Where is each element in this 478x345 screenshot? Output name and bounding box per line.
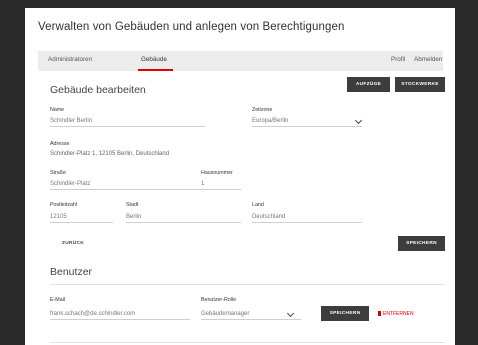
role-label: Benutzer-Rolle <box>201 297 237 303</box>
house-number-field[interactable]: 1 <box>201 180 241 190</box>
street-field[interactable]: Schindler-Platz <box>50 180 205 190</box>
name-label: Name <box>50 107 65 113</box>
tab-administrators[interactable]: Administratoren <box>48 56 92 63</box>
role-select[interactable]: Gebäudemanager <box>201 310 301 320</box>
main-card: Verwalten von Gebäuden und anlegen von B… <box>25 8 455 345</box>
timezone-value: Europa/Berlin <box>252 118 289 124</box>
tab-buildings[interactable]: Gebäude <box>141 56 167 63</box>
bottom-divider <box>50 342 445 343</box>
country-label: Land <box>252 202 264 208</box>
active-tab-indicator <box>138 69 173 71</box>
remove-label: ENTFERNEN <box>383 311 414 317</box>
save-user-button[interactable]: SPEICHERN <box>321 306 369 321</box>
timezone-select[interactable]: Europa/Berlin <box>252 117 362 127</box>
street-label: Straße <box>50 170 66 176</box>
postal-code-field[interactable]: 12105 <box>50 213 113 223</box>
building-section-title: Gebäude bearbeiten <box>50 84 146 96</box>
page-title: Verwalten von Gebäuden und anlegen von B… <box>38 21 345 33</box>
navbar: Administratoren Gebäude Profil Abmelden <box>38 51 443 71</box>
country-field[interactable]: Deutschland <box>252 213 362 223</box>
city-label: Stadt <box>126 202 139 208</box>
email-label: E-Mail <box>50 297 66 303</box>
postal-code-label: Postleitzahl <box>50 202 78 208</box>
users-section-title: Benutzer <box>50 266 93 278</box>
name-field[interactable]: Schindler Berlin <box>50 117 205 127</box>
address-value: Schindler-Platz 1, 12105 Berlin, Deutsch… <box>50 151 170 157</box>
role-value: Gebäudemanager <box>201 311 250 317</box>
users-divider <box>50 284 445 285</box>
city-field[interactable]: Berlin <box>126 213 241 223</box>
floors-button[interactable]: STOCKWERKE <box>395 77 445 92</box>
save-building-button[interactable]: SPEICHERN <box>398 236 445 251</box>
back-button[interactable]: ZURÜCK <box>62 241 84 246</box>
trash-icon <box>378 311 381 316</box>
email-field[interactable]: frank.schach@de.schindler.com <box>50 310 190 320</box>
house-number-label: Hausnummer <box>201 170 233 176</box>
profile-link[interactable]: Profil <box>391 56 405 63</box>
elevators-button[interactable]: AUFZÜGE <box>347 77 390 92</box>
timezone-label: Zeitzone <box>252 107 273 113</box>
logout-link[interactable]: Abmelden <box>414 56 442 63</box>
address-label: Adresse <box>50 141 70 147</box>
remove-user-button[interactable]: ENTFERNEN <box>378 311 414 317</box>
